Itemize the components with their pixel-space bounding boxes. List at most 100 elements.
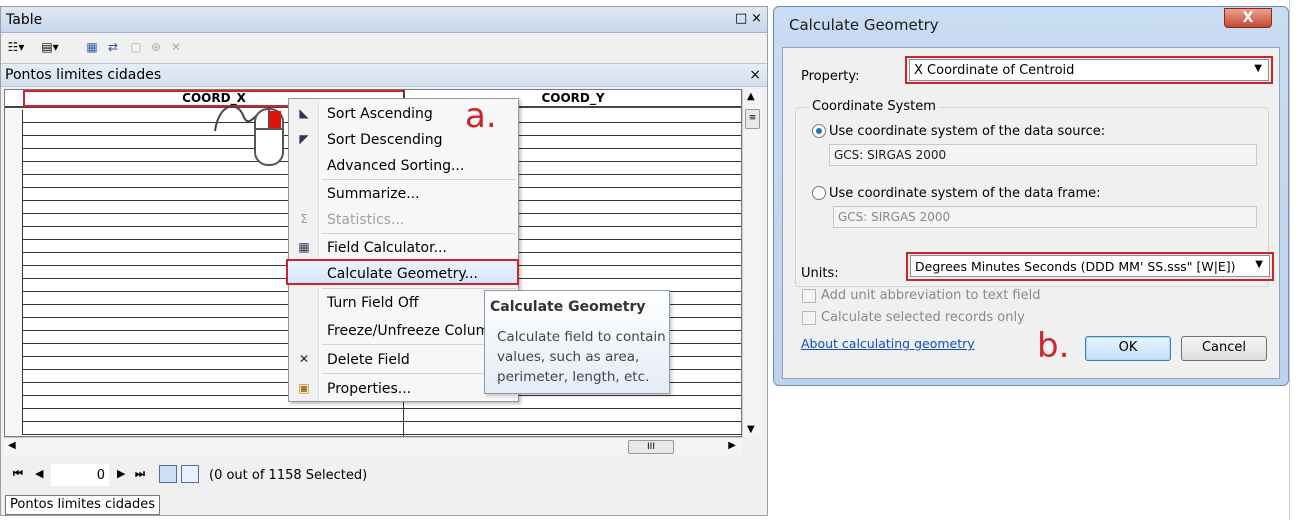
show-all-records-icon[interactable]: [159, 465, 177, 483]
calculator-icon: ▦: [298, 240, 310, 254]
row-selector[interactable]: [5, 253, 23, 266]
row-selector[interactable]: [5, 383, 23, 396]
restore-icon[interactable]: □: [735, 11, 747, 26]
row-selector[interactable]: [5, 318, 23, 331]
coordinate-system-title: Coordinate System: [809, 99, 939, 114]
menu-label: Sort Ascending: [327, 106, 433, 122]
switch-selection-icon[interactable]: ⇄: [104, 39, 122, 56]
chevron-down-icon: ▼: [1255, 259, 1263, 270]
menu-item-summarize[interactable]: Summarize...: [289, 182, 518, 206]
clear-selection-icon: ▢: [130, 40, 142, 54]
about-calculating-geometry-link[interactable]: About calculating geometry: [801, 336, 975, 351]
table-row[interactable]: [5, 422, 741, 435]
data-frame-coord-system: GCS: SIRGAS 2000: [833, 206, 1257, 228]
menu-label: Delete Field: [327, 352, 410, 368]
units-dropdown[interactable]: Degrees Minutes Seconds (DDD MM' SS.sss"…: [910, 255, 1270, 277]
properties-icon: ▣: [298, 381, 310, 395]
row-selector[interactable]: [5, 266, 23, 279]
sort-ascending-icon: ◣: [299, 106, 309, 120]
property-label: Property:: [801, 69, 860, 84]
previous-record-icon[interactable]: ◀: [35, 467, 43, 480]
current-record-input[interactable]: [51, 464, 109, 486]
show-selected-records-icon[interactable]: [181, 465, 199, 483]
related-tables-icon[interactable]: ▤▾: [41, 39, 59, 56]
last-record-icon[interactable]: ⏭: [135, 467, 145, 481]
bottom-table-tab[interactable]: Pontos limites cidades: [5, 495, 161, 515]
row-selector[interactable]: [5, 422, 23, 435]
close-window-icon[interactable]: ×: [751, 11, 762, 26]
menu-label: Sort Descending: [327, 132, 443, 148]
mouse-icon: [214, 105, 284, 166]
row-selector[interactable]: [5, 227, 23, 240]
delete-selected-icon: ✕: [170, 40, 182, 54]
map-canvas-edge: [1289, 0, 1300, 520]
row-selector[interactable]: [5, 201, 23, 214]
row-selector[interactable]: [5, 344, 23, 357]
row-selector[interactable]: [5, 305, 23, 318]
data-source-coord-system: GCS: SIRGAS 2000: [829, 144, 1257, 166]
row-selector[interactable]: [5, 162, 23, 175]
horizontal-scroll-thumb[interactable]: III: [628, 440, 674, 454]
radio-data-frame-label[interactable]: Use coordinate system of the data frame:: [829, 186, 1101, 201]
vertical-scroll-thumb[interactable]: ≡: [745, 109, 760, 129]
row-selector[interactable]: [5, 292, 23, 305]
menu-label: Properties...: [327, 381, 412, 397]
property-value: X Coordinate of Centroid: [914, 63, 1075, 78]
table-row[interactable]: [5, 409, 741, 422]
select-by-attributes-icon[interactable]: ▦: [83, 39, 101, 56]
annotation-b: b.: [1037, 326, 1070, 366]
row-selector[interactable]: [5, 123, 23, 136]
row-selector[interactable]: [5, 214, 23, 227]
row-selector[interactable]: [5, 149, 23, 162]
row-selector[interactable]: [5, 175, 23, 188]
menu-separator: [322, 288, 516, 289]
ok-button[interactable]: OK: [1085, 336, 1171, 361]
menu-item-calculate-geometry[interactable]: Calculate Geometry...: [289, 262, 518, 286]
vertical-scrollbar[interactable]: ▲ ≡ ▼: [742, 89, 762, 437]
row-selector[interactable]: [5, 136, 23, 149]
tab-close-icon[interactable]: ×: [749, 67, 761, 83]
radio-data-frame[interactable]: [812, 186, 826, 200]
menu-label: Calculate Geometry...: [327, 266, 478, 282]
radio-data-source[interactable]: [812, 124, 826, 138]
radio-data-source-label[interactable]: Use coordinate system of the data source…: [829, 124, 1105, 139]
row-selector[interactable]: [5, 357, 23, 370]
menu-item-field-calculator[interactable]: ▦ Field Calculator...: [289, 236, 518, 260]
menu-label: Turn Field Off: [327, 295, 419, 311]
scroll-right-icon[interactable]: ▶: [728, 440, 736, 451]
row-selector[interactable]: [5, 396, 23, 409]
menu-label: Freeze/Unfreeze Column: [327, 323, 499, 339]
menu-item-statistics: Σ Statistics...: [289, 208, 518, 232]
scroll-down-icon[interactable]: ▼: [747, 424, 755, 435]
table-title: Table: [6, 12, 43, 28]
menu-label: Field Calculator...: [327, 240, 447, 256]
menu-item-advanced-sorting[interactable]: Advanced Sorting...: [289, 154, 518, 178]
table-options-icon[interactable]: ☷▾: [7, 39, 25, 56]
annotation-a: a.: [465, 96, 497, 136]
table-tab-title[interactable]: Pontos limites cidades: [5, 67, 161, 83]
row-selector[interactable]: [5, 409, 23, 422]
property-dropdown[interactable]: X Coordinate of Centroid ▼: [909, 59, 1269, 81]
scroll-up-icon[interactable]: ▲: [747, 91, 755, 102]
dialog-close-button[interactable]: X: [1224, 8, 1272, 28]
row-selector[interactable]: [5, 370, 23, 383]
first-record-icon[interactable]: ⏮: [13, 467, 23, 481]
dialog-body: Property: X Coordinate of Centroid ▼ Coo…: [782, 47, 1280, 379]
row-selector[interactable]: [5, 110, 23, 123]
checkbox-selected-records-label: Calculate selected records only: [821, 310, 1025, 325]
delete-icon: ✕: [298, 352, 310, 366]
zoom-to-selected-icon: ⊕: [150, 40, 162, 54]
checkbox-unit-abbreviation: [802, 289, 816, 303]
scroll-left-icon[interactable]: ◀: [8, 440, 16, 451]
checkbox-selected-records: [802, 311, 816, 325]
menu-label: Summarize...: [327, 186, 420, 202]
horizontal-scrollbar[interactable]: ◀ III ▶: [4, 437, 742, 455]
next-record-icon[interactable]: ▶: [117, 467, 125, 480]
checkbox-unit-abbreviation-label: Add unit abbreviation to text field: [821, 288, 1041, 303]
row-selector[interactable]: [5, 279, 23, 292]
cancel-button[interactable]: Cancel: [1181, 336, 1267, 361]
table-tab-strip: Pontos limites cidades ×: [1, 63, 767, 87]
row-selector[interactable]: [5, 331, 23, 344]
row-selector[interactable]: [5, 188, 23, 201]
row-selector[interactable]: [5, 240, 23, 253]
